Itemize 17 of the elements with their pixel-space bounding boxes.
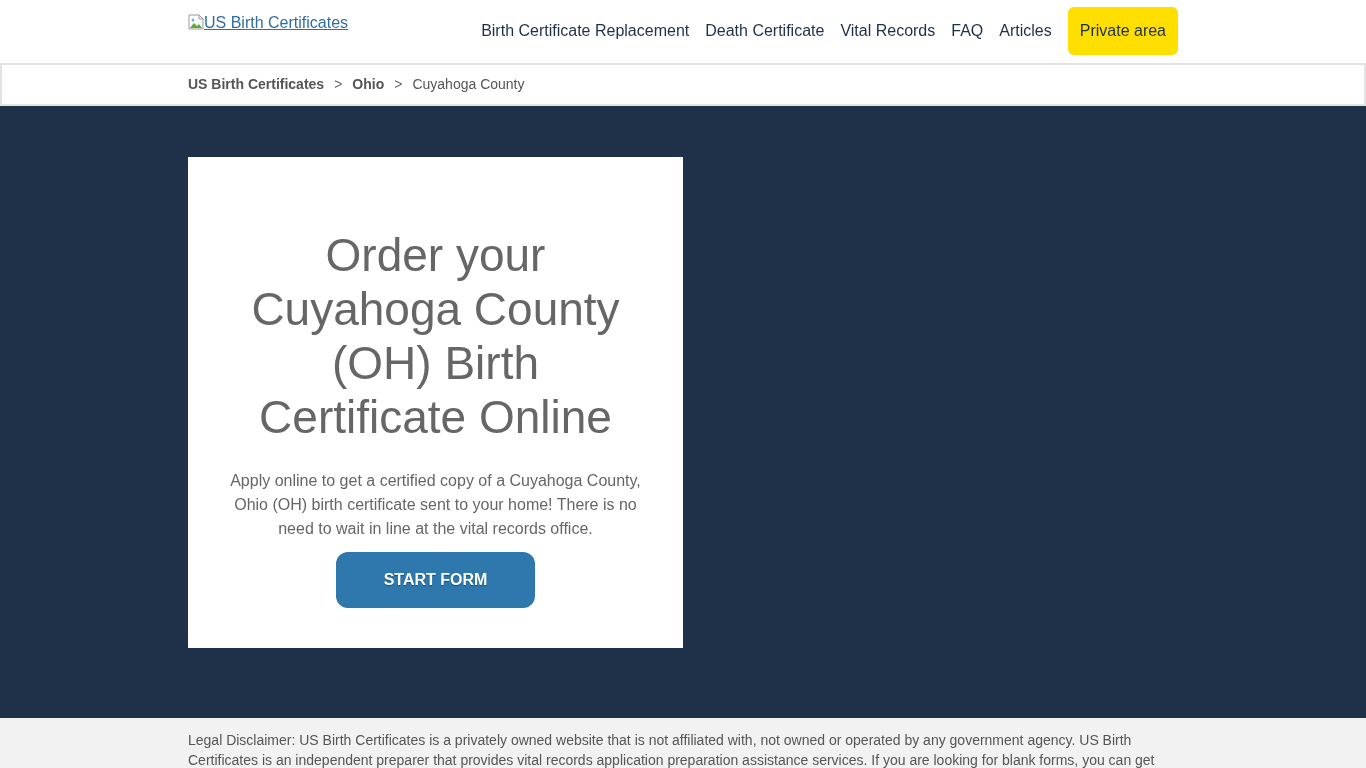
nav-link[interactable]: Death Certificate (705, 21, 825, 41)
nav-link[interactable]: FAQ (951, 21, 984, 41)
nav-link[interactable]: Vital Records (840, 21, 936, 41)
hero-title: Order your Cuyahoga County (OH) Birth Certificate Online (250, 228, 621, 444)
breadcrumb-separator: > (334, 75, 343, 94)
logo-link[interactable]: US Birth Certificates (204, 13, 349, 33)
legal-disclaimer: Legal Disclaimer: US Birth Certificates is a privately owned website that is not affiliated with, not owned or operated by any government agency. US Birth Certificates is an independent preparer that provides vital records application preparation assistance services. If you are looking for blank forms, you can get (188, 731, 1156, 768)
breadcrumb-current: Cuyahoga County (412, 75, 525, 94)
broken-image-icon (188, 14, 204, 30)
start-form-button[interactable]: START FORM (336, 552, 535, 608)
private-area-button[interactable]: Private area (1067, 7, 1178, 55)
breadcrumb-separator: > (394, 75, 403, 94)
breadcrumb-link[interactable]: US Birth Certificates (188, 74, 325, 95)
hero-description: Apply online to get a certified copy of a Cuyahoga County, Ohio (OH) birth certificate sent to your home! There is no need to wait in line at the vital records office. (229, 471, 642, 539)
breadcrumb-link[interactable]: Ohio (352, 74, 385, 95)
nav-link[interactable]: Birth Certificate Replacement (481, 21, 690, 41)
nav-link[interactable]: Articles (999, 21, 1052, 41)
